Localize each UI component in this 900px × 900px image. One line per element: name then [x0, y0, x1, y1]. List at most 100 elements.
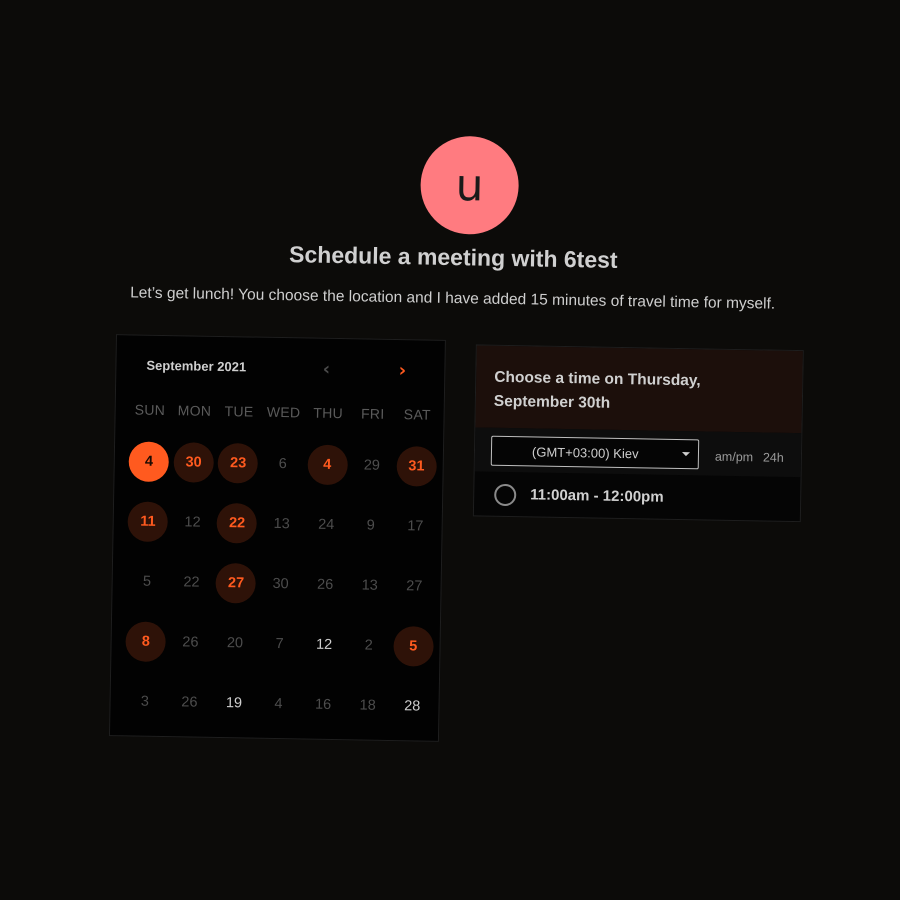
weekday-label: WED: [266, 403, 301, 421]
calendar-cell: 27: [392, 556, 438, 617]
calendar-cell: 12: [170, 492, 216, 553]
calendar-day: 6: [278, 456, 287, 473]
calendar-day: 19: [225, 695, 243, 712]
calendar-cell: 9: [348, 495, 394, 556]
calendar-cell: 12: [301, 614, 347, 675]
time-panel-heading: Choose a time on Thursday, September 30t…: [493, 368, 701, 412]
calendar-cell: 13: [347, 555, 393, 616]
calendar-cell: 26: [302, 554, 348, 615]
calendar-cell: 16: [300, 674, 346, 735]
calendar-cell: 3: [122, 671, 168, 732]
calendar-day: 22: [183, 574, 200, 591]
calendar-month-label: September 2021: [146, 357, 247, 375]
chevron-left-icon[interactable]: ‹: [314, 357, 338, 381]
calendar-day: 20: [226, 635, 244, 652]
calendar-day: 17: [407, 518, 424, 535]
calendar-cell: 4: [256, 674, 302, 735]
calendar-cell: 4: [126, 431, 172, 492]
calendar-cell: 31: [394, 436, 440, 497]
calendar-cell: 6: [260, 434, 306, 495]
calendar-day-available[interactable]: 27: [215, 562, 257, 604]
calendar-day: 12: [184, 514, 201, 531]
calendar-day-selected[interactable]: 4: [128, 441, 170, 483]
calendar-day: 13: [361, 577, 378, 594]
calendar-cell: 13: [259, 494, 305, 555]
calendar-cell: 5: [124, 551, 170, 612]
calendar-cell: 20: [212, 613, 258, 674]
calendar-day: 4: [274, 695, 283, 713]
calendar-cell: 2: [346, 615, 392, 676]
calendar-day: 5: [142, 573, 152, 590]
time-slot-label: 11:00am - 12:00pm: [530, 486, 664, 506]
calendar: September 2021 ‹ › SUN MON TUE WED THU FRI SAT…: [108, 334, 446, 742]
calendar-day: 18: [359, 697, 376, 714]
calendar-day-available[interactable]: 11: [127, 501, 169, 543]
page-title: Schedule a meeting with 6test: [288, 241, 618, 273]
time-panel-header: Choose a time on Thursday, September 30t…: [475, 345, 803, 434]
time-selection-panel: Choose a time on Thursday, September 30t…: [472, 344, 804, 523]
format-ampm-toggle[interactable]: am/pm: [715, 450, 753, 465]
calendar-day: 24: [318, 516, 335, 533]
weekday-label: MON: [177, 402, 212, 419]
calendar-cell: 7: [257, 614, 303, 675]
calendar-header: September 2021 ‹ ›: [116, 335, 445, 397]
calendar-day: 13: [273, 515, 290, 533]
weekday-label: THU: [313, 404, 344, 422]
chevron-right-icon[interactable]: ›: [390, 358, 414, 382]
calendar-cell: 23: [215, 433, 261, 494]
calendar-cell: 4: [304, 434, 350, 495]
calendar-day-available[interactable]: 30: [173, 442, 214, 483]
timezone-value: (GMT+03:00) Kiev: [531, 444, 639, 462]
timezone-row: (GMT+03:00) Kiev am/pm 24h: [474, 427, 802, 478]
calendar-cell: 26: [168, 612, 214, 673]
calendar-day: 27: [406, 578, 423, 595]
calendar-day: 9: [366, 517, 375, 534]
calendar-day: 16: [314, 696, 332, 713]
calendar-day: 26: [181, 694, 198, 711]
calendar-cell: 17: [393, 496, 439, 557]
caret-down-icon: [681, 452, 690, 457]
page-subtitle: Let’s get lunch! You choose the location…: [129, 284, 776, 313]
calendar-day-available[interactable]: 23: [217, 442, 259, 484]
calendar-day-available[interactable]: 22: [216, 502, 258, 544]
calendar-day: 30: [272, 575, 289, 593]
calendar-day-grid: 4 30 23 6 4 29 31 11 12 22 13 24 9 17 5 22 27 30 26 13 27 8 26…: [122, 431, 439, 736]
calendar-day: 2: [364, 637, 373, 654]
calendar-day-available[interactable]: 5: [392, 626, 434, 667]
calendar-cell: 22: [214, 493, 260, 554]
scheduling-page: u Schedule a meeting with 6test Let’s ge…: [0, 0, 900, 900]
calendar-cell: 30: [258, 554, 304, 615]
calendar-day: 3: [140, 693, 150, 710]
time-slot[interactable]: 11:00am - 12:00pm: [474, 471, 801, 521]
calendar-cell: 24: [303, 494, 349, 555]
calendar-cell: 19: [211, 673, 257, 734]
weekday-label: TUE: [224, 403, 254, 420]
calendar-day-available[interactable]: 4: [306, 444, 348, 486]
timezone-select[interactable]: (GMT+03:00) Kiev: [490, 435, 700, 470]
weekday-label: SAT: [403, 406, 432, 423]
calendar-day: 7: [275, 635, 284, 653]
weekday-label: FRI: [360, 405, 385, 422]
calendar-day: 29: [363, 457, 381, 474]
format-24h-toggle[interactable]: 24h: [763, 450, 784, 464]
calendar-day: 26: [316, 576, 334, 593]
radio-button[interactable]: [494, 483, 517, 507]
calendar-weekdays: SUN MON TUE WED THU FRI SAT: [128, 401, 440, 422]
calendar-day: 12: [315, 636, 333, 653]
calendar-day-available[interactable]: 8: [125, 621, 167, 663]
calendar-cell: 28: [389, 676, 435, 737]
calendar-cell: 8: [123, 611, 169, 672]
weekday-label: SUN: [134, 401, 166, 419]
calendar-cell: 27: [213, 553, 259, 614]
calendar-cell: 18: [345, 675, 391, 736]
calendar-cell: 5: [390, 616, 436, 677]
calendar-cell: 29: [349, 435, 395, 496]
calendar-cell: 30: [171, 432, 217, 493]
avatar: u: [419, 135, 520, 236]
calendar-day: 26: [182, 634, 199, 651]
calendar-day-available[interactable]: 31: [396, 446, 437, 487]
avatar-letter: u: [455, 159, 485, 212]
calendar-cell: 11: [125, 491, 171, 552]
calendar-cell: 26: [167, 672, 213, 733]
calendar-cell: 22: [169, 552, 215, 613]
